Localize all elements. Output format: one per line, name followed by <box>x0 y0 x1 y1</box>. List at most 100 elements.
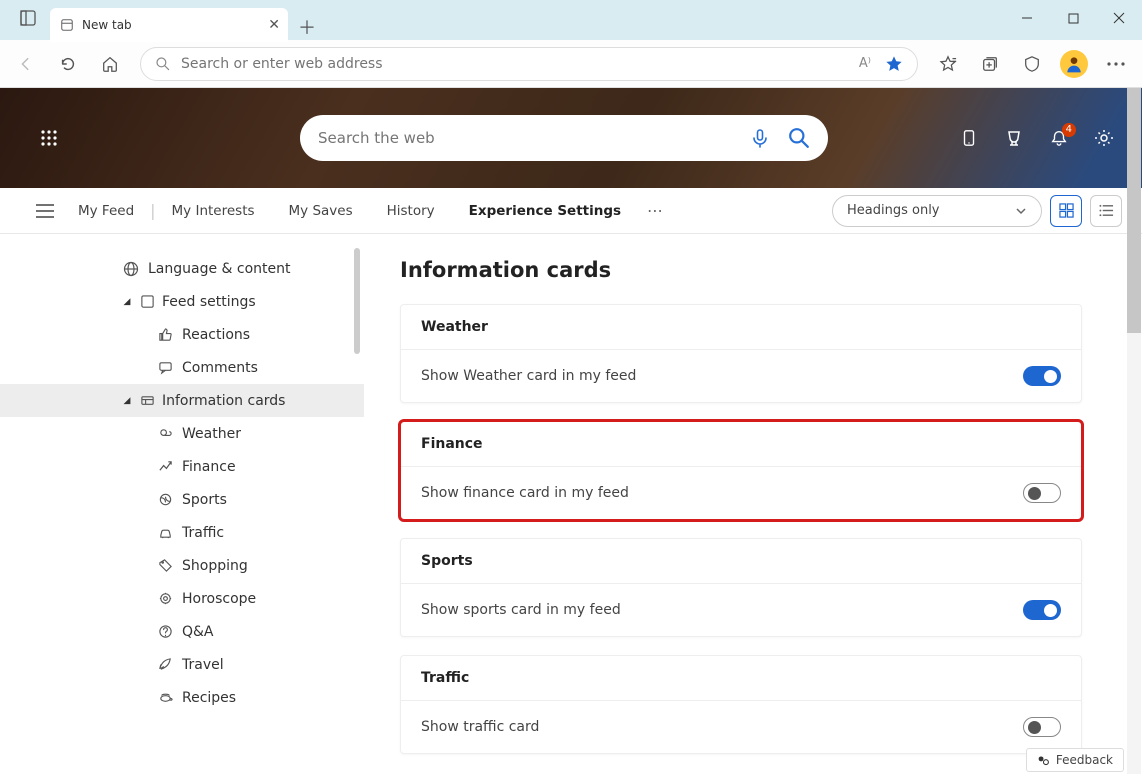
back-button[interactable] <box>8 46 44 82</box>
hero-banner: 4 <box>0 88 1142 188</box>
grid-view-button[interactable] <box>1050 195 1082 227</box>
card-desc: Show traffic card <box>421 719 539 735</box>
chevron-down-icon <box>1015 205 1027 217</box>
sidebar-reactions-label: Reactions <box>182 327 250 343</box>
sidebar-item-label: Shopping <box>182 558 248 574</box>
sidebar-qa[interactable]: Q&A <box>0 615 364 648</box>
app-launcher-icon[interactable] <box>40 129 58 147</box>
sidebar-reactions[interactable]: Reactions <box>0 318 364 351</box>
read-aloud-icon[interactable]: A⁾ <box>859 56 871 71</box>
feed-subnav: My Feed | My Interests My Saves History … <box>0 188 1142 234</box>
subnav-menu-icon[interactable] <box>24 204 66 218</box>
sidebar-item-label: Weather <box>182 426 241 442</box>
content-area: Language & content ◢ Feed settings React… <box>0 234 1142 774</box>
profile-avatar[interactable] <box>1056 46 1092 82</box>
toggle-weather[interactable] <box>1023 366 1061 386</box>
card-finance: Finance Show finance card in my feed <box>400 421 1082 520</box>
maximize-button[interactable] <box>1050 0 1096 36</box>
feedback-button[interactable]: Feedback <box>1026 748 1124 772</box>
page-scrollbar-track[interactable] <box>1127 88 1141 774</box>
caret-icon: ◢ <box>118 396 136 406</box>
cards-icon <box>136 393 158 408</box>
list-view-button[interactable] <box>1090 195 1122 227</box>
card-title: Sports <box>401 539 1081 584</box>
headings-dropdown-label: Headings only <box>847 203 940 218</box>
page-scrollbar-thumb[interactable] <box>1127 88 1141 333</box>
nav-experience-settings[interactable]: Experience Settings <box>457 203 633 219</box>
notification-badge: 4 <box>1062 123 1076 137</box>
address-bar[interactable]: A⁾ <box>140 47 918 81</box>
sidebar-scrollbar[interactable] <box>354 248 360 354</box>
card-title: Weather <box>401 305 1081 350</box>
sidebar-info-label: Information cards <box>162 393 285 409</box>
minimize-button[interactable] <box>1004 0 1050 36</box>
subnav-more-icon[interactable]: ⋯ <box>647 201 663 220</box>
sidebar-sports[interactable]: Sports <box>0 483 364 516</box>
page-heading: Information cards <box>400 258 1082 282</box>
feed-icon <box>136 294 158 309</box>
browser-extras-icon[interactable] <box>1014 46 1050 82</box>
voice-search-icon[interactable] <box>750 128 770 148</box>
mobile-icon[interactable] <box>960 129 978 147</box>
sidebar-info-cards[interactable]: ◢ Information cards <box>0 384 364 417</box>
page-icon <box>60 18 74 32</box>
address-input[interactable] <box>181 56 849 72</box>
notifications-icon[interactable]: 4 <box>1050 129 1068 147</box>
search-icon <box>155 56 171 72</box>
tab-actions-icon[interactable] <box>20 10 36 26</box>
nav-my-interests[interactable]: My Interests <box>160 203 267 219</box>
web-search-input[interactable] <box>318 129 750 147</box>
settings-main: Information cards Weather Show Weather c… <box>364 234 1142 774</box>
toggle-traffic[interactable] <box>1023 717 1061 737</box>
favorite-star-icon[interactable] <box>885 55 903 73</box>
nav-history[interactable]: History <box>375 203 447 219</box>
feedback-icon <box>1037 754 1050 767</box>
sidebar-shopping[interactable]: Shopping <box>0 549 364 582</box>
web-search-bar[interactable] <box>300 115 828 161</box>
sports-icon <box>154 492 176 507</box>
toggle-finance[interactable] <box>1023 483 1061 503</box>
sidebar-recipes[interactable]: Recipes <box>0 681 364 714</box>
sidebar-weather[interactable]: Weather <box>0 417 364 450</box>
sidebar-comments-label: Comments <box>182 360 258 376</box>
globe-icon <box>120 261 142 277</box>
headings-dropdown[interactable]: Headings only <box>832 195 1042 227</box>
tab-title: New tab <box>82 18 132 32</box>
feedback-label: Feedback <box>1056 753 1113 767</box>
sidebar-comments[interactable]: Comments <box>0 351 364 384</box>
sidebar-horoscope[interactable]: Horoscope <box>0 582 364 615</box>
settings-gear-icon[interactable] <box>1094 128 1114 148</box>
sidebar-finance[interactable]: Finance <box>0 450 364 483</box>
sidebar-item-label: Horoscope <box>182 591 256 607</box>
close-tab-icon[interactable]: ✕ <box>268 17 280 33</box>
hero-actions: 4 <box>960 128 1114 148</box>
card-title: Finance <box>401 422 1081 467</box>
sidebar-feed-label: Feed settings <box>162 294 256 310</box>
home-button[interactable] <box>92 46 128 82</box>
comment-icon <box>154 360 176 375</box>
card-desc: Show finance card in my feed <box>421 485 629 501</box>
nav-my-saves[interactable]: My Saves <box>277 203 365 219</box>
nav-my-feed[interactable]: My Feed <box>66 203 146 219</box>
rewards-icon[interactable] <box>1004 128 1024 148</box>
settings-sidebar: Language & content ◢ Feed settings React… <box>0 234 364 774</box>
card-title: Traffic <box>401 656 1081 701</box>
close-window-button[interactable] <box>1096 0 1142 36</box>
toggle-sports[interactable] <box>1023 600 1061 620</box>
weather-icon <box>154 426 176 441</box>
sidebar-feed-settings[interactable]: ◢ Feed settings <box>0 285 364 318</box>
finance-icon <box>154 459 176 474</box>
horoscope-icon <box>154 591 176 606</box>
sidebar-traffic[interactable]: Traffic <box>0 516 364 549</box>
search-submit-icon[interactable] <box>788 127 810 149</box>
sidebar-travel[interactable]: Travel <box>0 648 364 681</box>
collections-icon[interactable] <box>972 46 1008 82</box>
sidebar-lang-content[interactable]: Language & content <box>0 252 364 285</box>
more-menu-icon[interactable] <box>1098 46 1134 82</box>
new-tab-button[interactable]: ＋ <box>298 14 316 40</box>
travel-icon <box>154 657 176 672</box>
sidebar-item-label: Traffic <box>182 525 224 541</box>
refresh-button[interactable] <box>50 46 86 82</box>
favorites-hub-icon[interactable] <box>930 46 966 82</box>
browser-tab[interactable]: New tab ✕ <box>50 8 288 42</box>
